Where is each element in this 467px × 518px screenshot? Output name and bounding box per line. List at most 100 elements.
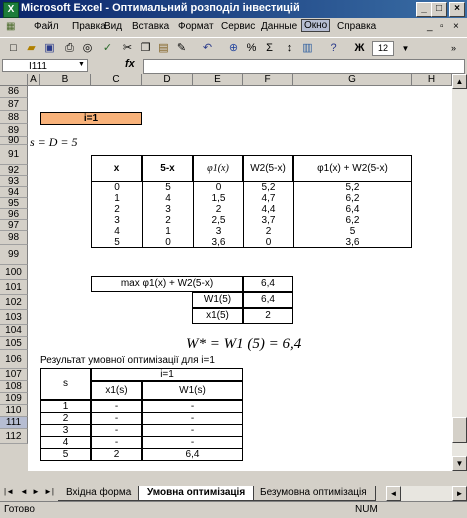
undo-icon[interactable]: ↶ (200, 41, 215, 56)
row-header[interactable]: 105 (0, 337, 28, 350)
table1-cell[interactable]: 1 (142, 226, 193, 237)
table1-cell[interactable]: 3,7 (243, 215, 293, 226)
column-header-d[interactable]: D (142, 74, 193, 86)
horizontal-scrollbar[interactable]: ◄ ► (386, 486, 467, 501)
row-header[interactable]: 87 (0, 98, 28, 111)
tab-unconditional-optimization[interactable]: Безумовна оптимізація (252, 486, 376, 501)
menu-file[interactable]: Файл (34, 21, 59, 32)
table1-cell[interactable]: 0 (243, 237, 293, 248)
row-header[interactable]: 91 (0, 145, 28, 165)
scroll-left-icon[interactable]: ◄ (386, 486, 401, 501)
doc-minimize-icon[interactable]: _ (427, 21, 433, 32)
row-header[interactable]: 101 (0, 280, 28, 295)
row-header[interactable]: 88 (0, 111, 28, 124)
table1-cell[interactable]: 3 (91, 215, 142, 226)
tab-next-icon[interactable]: ► (32, 487, 40, 496)
menu-view[interactable]: Вид (104, 21, 122, 32)
column-header-e[interactable]: E (193, 74, 243, 86)
row-header[interactable]: 100 (0, 265, 28, 280)
chart-icon[interactable]: ▥ (300, 41, 315, 56)
table3-header-x1[interactable]: x1(s) (91, 381, 142, 400)
row-header[interactable]: 95 (0, 198, 28, 209)
menu-insert[interactable]: Вставка (132, 21, 169, 32)
tab-input-form[interactable]: Вхідна форма (58, 486, 141, 501)
function-button[interactable]: fx (125, 58, 135, 70)
name-box[interactable]: I111 (2, 59, 88, 72)
cut-icon[interactable]: ✂ (120, 41, 135, 56)
row-header[interactable]: 102 (0, 295, 28, 310)
hyperlink-icon[interactable]: ⊕ (226, 41, 241, 56)
table1-cell[interactable]: 3 (193, 226, 243, 237)
percent-button[interactable]: % (244, 41, 259, 56)
format-painter-icon[interactable]: ✎ (174, 41, 189, 56)
column-header-c[interactable]: C (91, 74, 142, 86)
menu-help[interactable]: Справка (337, 21, 376, 32)
menu-sheet-icon[interactable]: ▦ (6, 21, 15, 32)
table1-cell[interactable]: 6,4 (293, 204, 412, 215)
doc-restore-icon[interactable]: ▫ (440, 21, 444, 32)
column-header-a[interactable]: A (28, 74, 40, 86)
paste-icon[interactable]: ▤ (156, 41, 171, 56)
table3-header-w1[interactable]: W1(s) (142, 381, 243, 400)
column-header-g[interactable]: G (293, 74, 412, 86)
table1-cell[interactable]: 5 (91, 237, 142, 248)
table1-cell[interactable]: 3 (142, 204, 193, 215)
table1-cell[interactable]: 1,5 (193, 193, 243, 204)
table1-cell[interactable]: 3,6 (293, 237, 412, 248)
row-header[interactable]: 112 (0, 429, 28, 444)
select-all-corner[interactable] (0, 74, 28, 86)
excel-app-icon[interactable]: X (3, 2, 19, 18)
row-header[interactable]: 96 (0, 209, 28, 220)
font-size-dropdown-icon[interactable]: ▼ (398, 41, 413, 56)
scroll-thumb[interactable] (452, 417, 467, 443)
row-header[interactable]: 110 (0, 405, 28, 417)
row-header[interactable]: 111 (0, 417, 28, 429)
i-label-cell[interactable]: i=1 (40, 112, 142, 125)
row-header[interactable]: 99 (0, 245, 28, 265)
table1-header-phi[interactable]: φ1(x) (193, 155, 243, 182)
table3-cell[interactable]: 5 (40, 448, 91, 461)
tab-conditional-optimization[interactable]: Умовна оптимізація (138, 486, 255, 501)
row-header[interactable]: 109 (0, 393, 28, 405)
scroll-right-icon[interactable]: ► (452, 486, 467, 501)
row-header[interactable]: 106 (0, 350, 28, 369)
menu-format[interactable]: Формат (178, 21, 214, 32)
table1-cell[interactable]: 5,2 (293, 182, 412, 193)
table1-cell[interactable]: 2 (91, 204, 142, 215)
help-icon[interactable]: ? (326, 41, 341, 56)
table1-cell[interactable]: 2 (142, 215, 193, 226)
table1-cell[interactable]: 4,7 (243, 193, 293, 204)
menu-edit[interactable]: Правка (72, 21, 106, 32)
table1-cell[interactable]: 0 (193, 182, 243, 193)
row-header[interactable]: 104 (0, 325, 28, 337)
table1-cell[interactable]: 4 (142, 193, 193, 204)
row-header[interactable]: 107 (0, 369, 28, 381)
preview-icon[interactable]: ◎ (80, 41, 95, 56)
table3-cell[interactable]: 6,4 (142, 448, 243, 461)
font-size-field[interactable]: 12 (372, 41, 394, 56)
table1-cell[interactable]: 2 (193, 204, 243, 215)
table1-cell[interactable]: 4,4 (243, 204, 293, 215)
worksheet-grid[interactable]: i=1 s = D = 5 x 5-x φ1(x) W2(5-x) φ1(x) … (28, 86, 452, 471)
table3-header-i[interactable]: i=1 (91, 368, 243, 381)
formula-input[interactable] (143, 59, 465, 74)
w1-label-cell[interactable]: W1(5) (192, 292, 243, 308)
table3-cell[interactable]: 2 (91, 448, 142, 461)
table1-cell[interactable]: 5 (293, 226, 412, 237)
copy-icon[interactable]: ❐ (138, 41, 153, 56)
table1-cell[interactable]: 5,2 (243, 182, 293, 193)
tab-prev-icon[interactable]: ◄ (20, 487, 28, 496)
column-header-f[interactable]: F (243, 74, 293, 86)
row-header[interactable]: 98 (0, 231, 28, 245)
table1-header-sum[interactable]: φ1(x) + W2(5-x) (293, 155, 412, 182)
max-label-cell[interactable]: max φ1(x) + W2(5-x) (91, 276, 243, 292)
table1-header-w2[interactable]: W2(5-x) (243, 155, 293, 182)
table3-header-s[interactable]: s (40, 368, 91, 400)
save-icon[interactable]: ▣ (42, 41, 57, 56)
table1-header-5-x[interactable]: 5-x (142, 155, 193, 182)
tab-first-icon[interactable]: |◄ (4, 487, 14, 496)
menu-window[interactable]: Окно (301, 19, 331, 32)
doc-close-icon[interactable]: × (453, 21, 459, 32)
row-header[interactable]: 103 (0, 310, 28, 325)
close-button[interactable]: × (449, 2, 465, 17)
